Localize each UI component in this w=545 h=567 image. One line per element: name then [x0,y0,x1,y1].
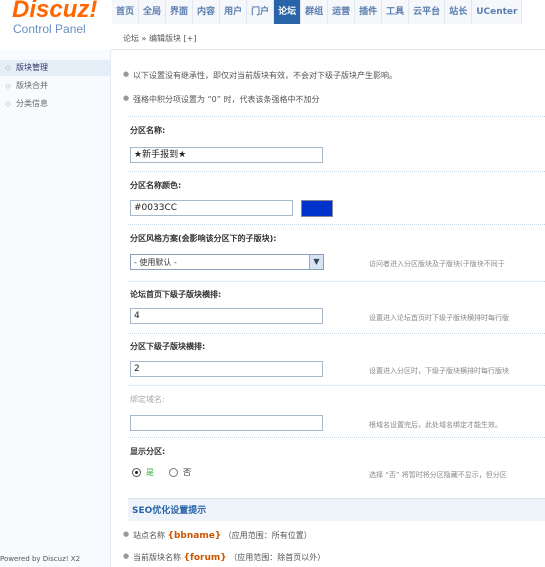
seo-tip-text: 当前版块名称 [133,553,181,562]
home-columns-hint: 设置进入论坛首页时下级子版块横排时每行版 [369,314,509,322]
seo-tag: {forum} [183,553,227,563]
nav-style[interactable]: 界面 [166,0,194,24]
seo-tip-item: ● 站点名称 {bbname} （应用范围：所有位置） [123,530,312,541]
divider [128,224,545,225]
nav-portal[interactable]: 门户 [247,0,275,24]
main-content: 论坛 » 编辑版块 [+] ● 以下设置没有继承性，即仅对当前版块有效，不会对下级… [111,28,545,567]
bullet-icon: ● [123,94,130,102]
display-yes-label: 是 [146,468,154,477]
sidebar-item-forum-manage[interactable]: ◇ 版块管理 [0,60,110,76]
nav-cloud[interactable]: 云平台 [409,0,446,24]
bind-domain-input[interactable] [130,415,323,431]
top-nav: 首页 全局 界面 内容 用户 门户 论坛 群组 运营 插件 工具 云平台 站长 … [112,0,523,24]
diamond-icon: ◇ [5,100,11,108]
sidebar-item-label: 版块管理 [16,63,48,72]
bind-domain-label: 绑定域名: [130,395,165,404]
chevron-down-icon[interactable]: ▼ [309,255,323,269]
sidebar-item-thread-types[interactable]: ◇ 分类信息 [0,96,110,112]
nav-global[interactable]: 全局 [139,0,167,24]
bind-domain-hint: 根域名设置完后，此处域名绑定才能生效。 [369,421,502,429]
display-yes-radio[interactable] [132,468,141,477]
powered-by: Powered by Discuz! X2 [0,555,81,563]
divider [128,171,545,172]
display-no-radio[interactable] [169,468,178,477]
divider [128,281,545,282]
home-columns-input[interactable]: 4 [130,308,323,324]
nav-home[interactable]: 首页 [112,0,140,24]
tip-item: ● 以下设置没有继承性，即仅对当前版块有效，不会对下级子版块产生影响。 [123,70,397,81]
tip-item: ● 强格中积分项设置为 “0” 时，代表该条强格中不加分 [123,94,320,105]
diamond-icon: ◇ [5,64,11,72]
tip-text: 强格中积分项设置为 “0” 时，代表该条强格中不加分 [133,95,320,104]
sidebar-item-label: 版块合并 [16,81,48,90]
diamond-icon: ◇ [5,82,11,90]
nav-forum[interactable]: 论坛 [274,0,302,24]
sub-columns-input[interactable]: 2 [130,361,323,377]
display-no-label: 否 [183,468,191,477]
logo-subtitle: Control Panel [13,22,86,36]
seo-tips-header: SEO优化设置提示 [128,498,545,521]
divider [128,385,545,386]
bullet-icon: ● [123,70,130,78]
name-color-label: 分区名称颜色: [130,181,182,190]
style-scheme-label: 分区风格方案(会影响该分区下的子版块): [130,234,277,243]
sub-columns-hint: 设置进入分区时，下级子版块横排时每行版块 [369,367,509,375]
seo-tag: {bbname} [167,531,222,541]
name-color-input[interactable]: #0033CC [130,200,293,216]
seo-tip-scope: （应用范围：所有位置） [223,531,312,540]
tip-text: 以下设置没有继承性，即仅对当前版块有效，不会对下级子版块产生影响。 [133,71,397,80]
bullet-icon: ● [123,552,130,560]
sub-columns-label: 分区下级子版块横排: [130,342,206,351]
nav-tools[interactable]: 工具 [382,0,410,24]
nav-plugin[interactable]: 插件 [355,0,383,24]
style-scheme-select[interactable]: - 使用默认 - ▼ [130,254,324,270]
nav-ucenter[interactable]: UCenter [472,0,523,24]
nav-group[interactable]: 群组 [301,0,329,24]
forum-name-label: 分区名称: [130,126,166,135]
logo: Discuz! [12,0,98,23]
divider [128,333,545,334]
breadcrumb: 论坛 » 编辑版块 [+] [111,28,545,50]
seo-tip-scope: （应用范围：除首页以外） [229,553,326,562]
nav-user[interactable]: 用户 [220,0,248,24]
seo-tip-text: 站点名称 [133,531,165,540]
nav-webmaster[interactable]: 站长 [445,0,473,24]
style-scheme-hint: 访问者进入分区版块及子版块(子版块不同于 [369,260,505,268]
divider [128,116,545,117]
home-columns-label: 论坛首页下级子版块横排: [130,290,222,299]
color-swatch-button[interactable] [301,200,333,217]
nav-operation[interactable]: 运营 [328,0,356,24]
sidebar-item-forum-merge[interactable]: ◇ 版块合并 [0,78,110,94]
seo-tips-title: SEO优化设置提示 [132,506,207,516]
seo-tip-item: ● 当前版块名称 {forum} （应用范围：除首页以外） [123,552,326,563]
forum-name-input[interactable]: ★新手报到★ [130,147,323,163]
display-label: 显示分区: [130,447,166,456]
nav-content[interactable]: 内容 [193,0,221,24]
bullet-icon: ● [123,530,130,538]
style-scheme-value: - 使用默认 - [134,258,177,267]
display-hint: 选择 “否” 将暂时将分区隐藏不显示，但分区 [369,471,507,479]
divider [128,437,545,438]
sidebar: ◇ 版块管理 ◇ 版块合并 ◇ 分类信息 Powered by Discuz! X2 [0,50,111,567]
sidebar-item-label: 分类信息 [16,99,48,108]
